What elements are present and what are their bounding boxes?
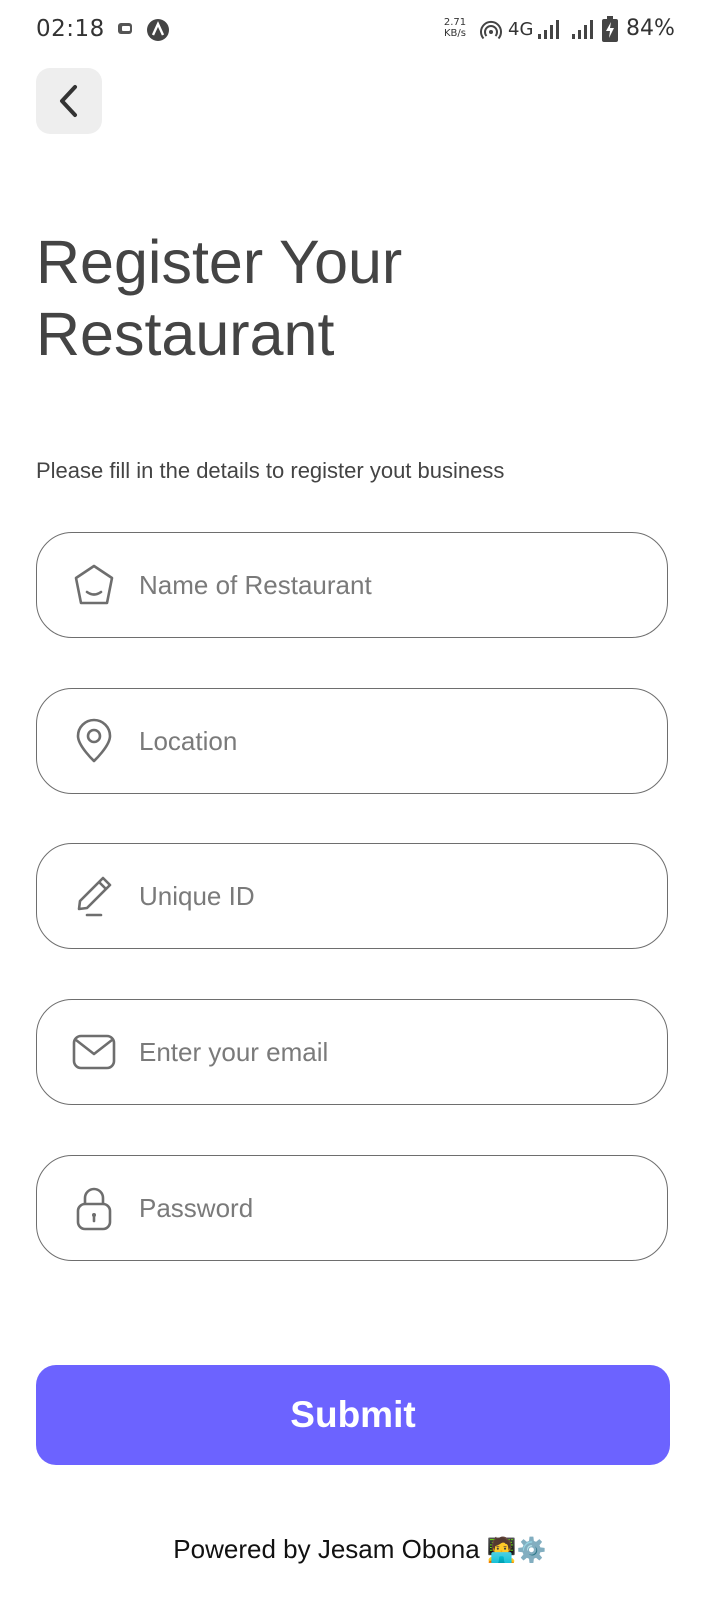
password-field[interactable] <box>36 1155 668 1261</box>
hotspot-icon <box>480 20 502 40</box>
signal-icon <box>538 20 559 39</box>
location-field[interactable] <box>36 688 668 794</box>
notification-icon <box>118 23 132 34</box>
footer-emoji: 🧑‍💻⚙️ <box>486 1536 547 1564</box>
network-speed-unit: KB/s <box>444 28 466 39</box>
home-icon <box>71 562 117 608</box>
footer: Powered by Jesam Obona 🧑‍💻⚙️ <box>0 1534 720 1565</box>
battery-charging-icon <box>602 16 618 42</box>
powered-by-text: Powered by Jesam Obona <box>173 1534 480 1564</box>
page-title: Register Your Restaurant <box>36 226 676 370</box>
password-input[interactable] <box>139 1156 639 1260</box>
back-button[interactable] <box>36 68 102 134</box>
page-title-line1: Register Your <box>36 228 403 296</box>
page-subtitle: Please fill in the details to register y… <box>36 458 505 483</box>
status-bar: 02:18 2.71 KB/s 4G 84% <box>0 0 720 60</box>
unique-id-input[interactable] <box>139 844 639 948</box>
network-type: 4G <box>508 19 534 40</box>
submit-button[interactable]: Submit <box>36 1365 670 1465</box>
signal-icon <box>572 20 593 39</box>
page-title-line2: Restaurant <box>36 300 335 368</box>
network-speed-value: 2.71 <box>443 17 467 28</box>
pencil-icon <box>71 873 117 919</box>
restaurant-name-field[interactable] <box>36 532 668 638</box>
battery-percent: 84% <box>626 16 675 41</box>
status-time: 02:18 <box>36 16 105 42</box>
email-input[interactable] <box>139 1000 639 1104</box>
app-logo-icon <box>147 19 169 41</box>
mail-icon <box>71 1029 117 1075</box>
unique-id-field[interactable] <box>36 843 668 949</box>
restaurant-name-input[interactable] <box>139 533 639 637</box>
chevron-left-icon <box>60 85 77 117</box>
lock-icon <box>71 1185 117 1231</box>
email-field[interactable] <box>36 999 668 1105</box>
network-speed: 2.71 KB/s <box>440 17 470 39</box>
register-restaurant-screen: 02:18 2.71 KB/s 4G 84% Register Your Res… <box>0 0 720 1600</box>
location-pin-icon <box>71 718 117 764</box>
location-input[interactable] <box>139 689 639 793</box>
